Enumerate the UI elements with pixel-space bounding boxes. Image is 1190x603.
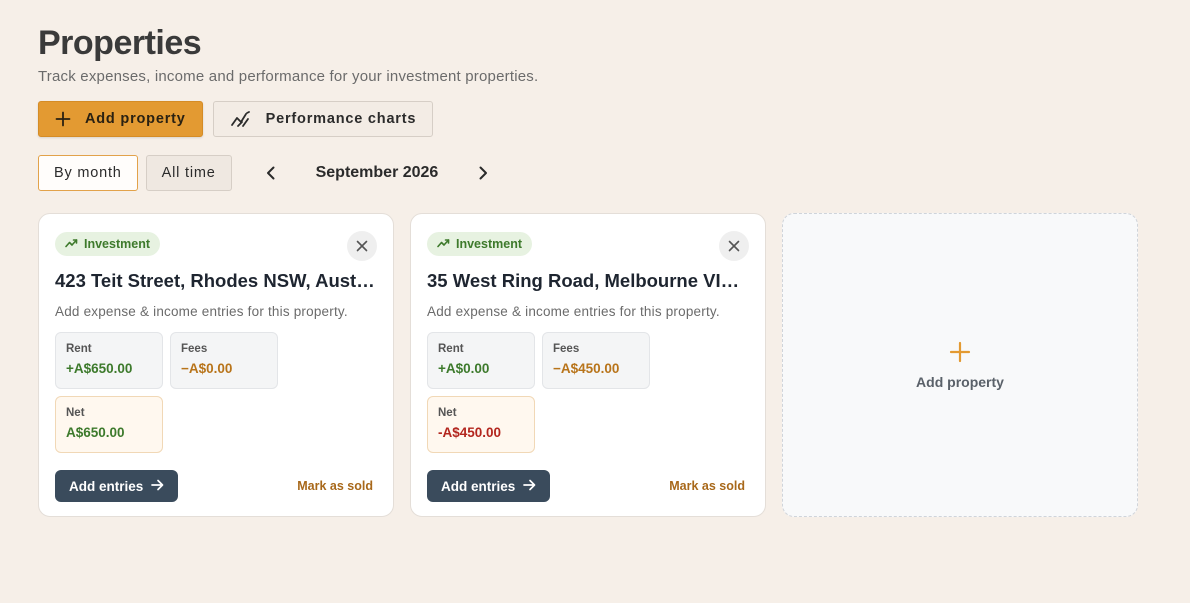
fees-value: −A$450.00 <box>553 361 620 376</box>
rent-stat: Rent +A$650.00 <box>55 332 163 389</box>
chevron-right-icon[interactable] <box>472 162 494 184</box>
rent-value: +A$650.00 <box>66 361 133 376</box>
add-property-button[interactable]: Add property <box>38 101 203 137</box>
plus-icon <box>949 341 971 368</box>
fees-label: Fees <box>553 343 580 355</box>
mark-as-sold-link[interactable]: Mark as sold <box>669 479 745 493</box>
badge-label: Investment <box>84 237 150 251</box>
fees-label: Fees <box>181 343 208 355</box>
investment-badge: Investment <box>427 232 532 256</box>
performance-charts-button[interactable]: Performance charts <box>212 101 434 137</box>
property-title: 423 Teit Street, Rhodes NSW, Australia <box>55 270 377 291</box>
properties-page: Properties Track expenses, income and pe… <box>38 24 1148 517</box>
property-cards: Investment 423 Teit Street, Rhodes NSW, … <box>38 213 1138 517</box>
add-property-label: Add property <box>85 111 186 127</box>
period-selector: By month All time September 2026 <box>38 155 494 191</box>
property-card: Investment 35 West Ring Road, Melbourne … <box>410 213 766 517</box>
property-card: Investment 423 Teit Street, Rhodes NSW, … <box>38 213 394 517</box>
card-footer: Add entries Mark as sold <box>55 470 373 502</box>
investment-badge: Investment <box>55 232 160 256</box>
add-entries-label: Add entries <box>69 478 144 494</box>
net-stat: Net -A$450.00 <box>427 396 535 453</box>
card-footer: Add entries Mark as sold <box>427 470 745 502</box>
add-entries-button[interactable]: Add entries <box>55 470 179 502</box>
property-title: 35 West Ring Road, Melbourne VIC, A… <box>427 270 749 291</box>
trending-up-icon <box>437 237 450 251</box>
net-label: Net <box>438 407 457 419</box>
page-title: Properties <box>38 24 202 62</box>
fees-value: −A$0.00 <box>181 361 233 376</box>
net-label: Net <box>66 407 85 419</box>
net-value: A$650.00 <box>66 425 125 440</box>
all-time-toggle[interactable]: All time <box>145 155 232 191</box>
property-stats: Rent +A$650.00 Fees −A$0.00 Net A$650.00 <box>55 332 285 453</box>
add-entries-label: Add entries <box>441 478 516 494</box>
mark-as-sold-link[interactable]: Mark as sold <box>297 479 373 493</box>
rent-value: +A$0.00 <box>438 361 490 376</box>
toolbar: Add property Performance charts <box>38 101 434 137</box>
performance-charts-label: Performance charts <box>265 111 417 127</box>
trending-up-icon <box>65 237 78 251</box>
arrow-right-icon <box>151 479 164 494</box>
rent-stat: Rent +A$0.00 <box>427 332 535 389</box>
current-period: September 2026 <box>315 164 439 181</box>
fees-stat: Fees −A$0.00 <box>170 332 278 389</box>
page-subtitle: Track expenses, income and performance f… <box>38 68 539 85</box>
trend-chart-icon <box>230 110 252 128</box>
fees-stat: Fees −A$450.00 <box>542 332 650 389</box>
add-property-card[interactable]: Add property <box>782 213 1138 517</box>
badge-label: Investment <box>456 237 522 251</box>
chevron-left-icon[interactable] <box>260 162 282 184</box>
plus-icon <box>55 111 71 127</box>
property-description: Add expense & income entries for this pr… <box>55 304 348 319</box>
property-description: Add expense & income entries for this pr… <box>427 304 720 319</box>
net-value: -A$450.00 <box>438 425 502 440</box>
rent-label: Rent <box>66 343 92 355</box>
close-icon[interactable] <box>347 231 377 261</box>
add-property-card-label: Add property <box>916 373 1004 390</box>
rent-label: Rent <box>438 343 464 355</box>
arrow-right-icon <box>523 479 536 494</box>
property-stats: Rent +A$0.00 Fees −A$450.00 Net -A$450.0… <box>427 332 657 453</box>
add-entries-button[interactable]: Add entries <box>427 470 551 502</box>
net-stat: Net A$650.00 <box>55 396 163 453</box>
by-month-toggle[interactable]: By month <box>38 155 138 191</box>
close-icon[interactable] <box>719 231 749 261</box>
